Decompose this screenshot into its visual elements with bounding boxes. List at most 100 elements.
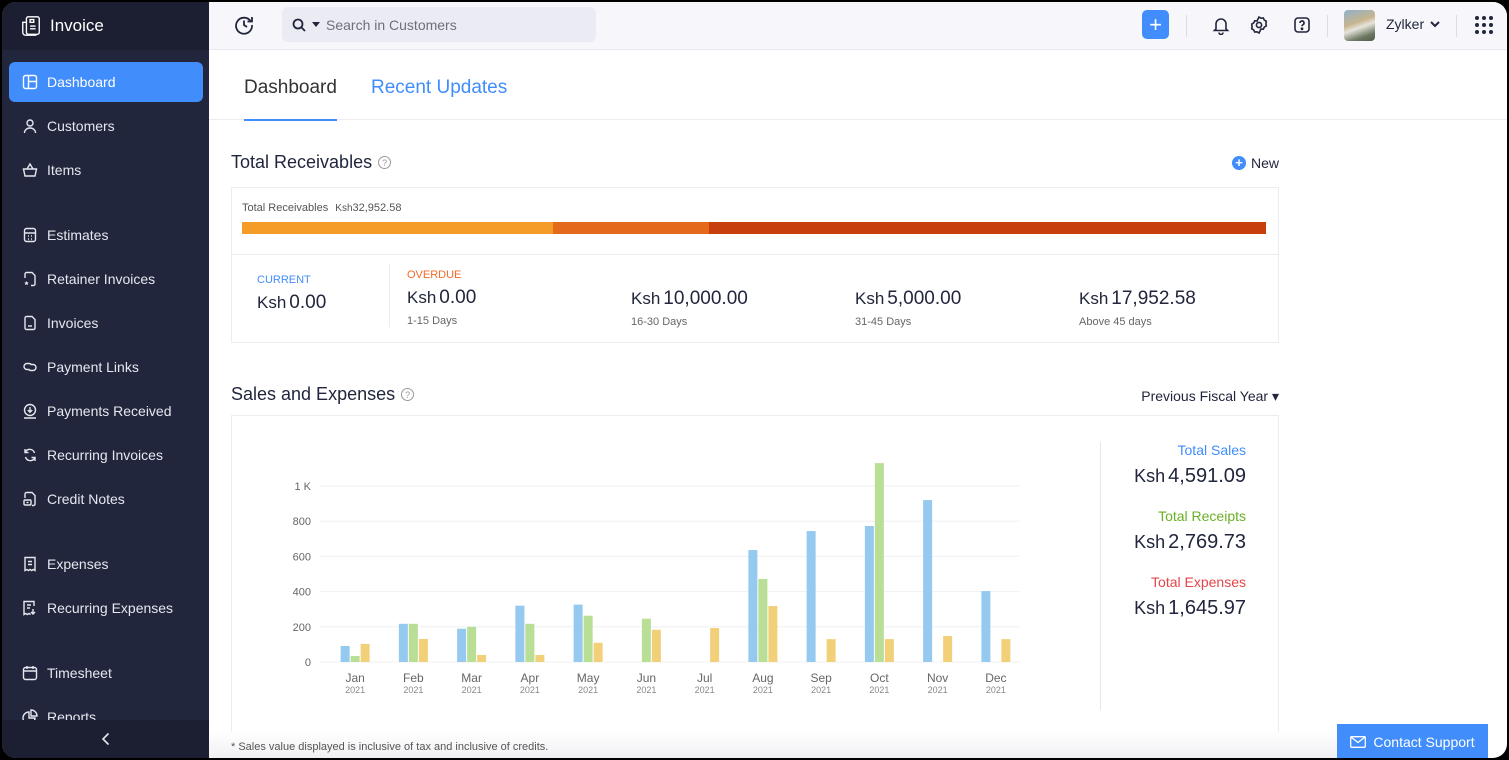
app-brand[interactable]: Invoice [2, 2, 209, 50]
overdue-bucket[interactable]: OVERDUE Ksh 0.00 1-15 Days [407, 269, 476, 327]
bar-sales-jan[interactable] [340, 645, 350, 662]
period-dropdown[interactable]: Previous Fiscal Year ▾ [1141, 388, 1279, 405]
sidebar-item-timesheet[interactable]: Timesheet [9, 653, 203, 693]
org-switcher[interactable]: Zylker [1386, 16, 1440, 32]
avatar[interactable] [1344, 10, 1375, 41]
total-sales[interactable]: Total Sales Ksh 4,591.09 [1101, 442, 1246, 488]
new-receivable-button[interactable]: + New [1231, 155, 1279, 171]
sidebar-item-payments-received[interactable]: Payments Received [9, 391, 203, 431]
sidebar-item-dashboard[interactable]: Dashboard [9, 62, 203, 102]
bar-receipts-oct[interactable] [874, 463, 884, 662]
overdue-bucket[interactable]: Ksh 10,000.00 16-30 Days [631, 288, 748, 328]
contact-support-label: Contact Support [1373, 734, 1475, 750]
chevron-down-icon [1430, 20, 1440, 27]
receivables-bar-segment-current-to-30[interactable] [242, 222, 554, 234]
y-tick-label: 800 [293, 516, 311, 528]
bar-expenses-feb[interactable] [418, 638, 428, 662]
bar-receipts-mar[interactable] [467, 626, 477, 662]
search-icon[interactable] [292, 18, 306, 32]
divider [1327, 15, 1328, 37]
search-bar[interactable] [282, 7, 596, 42]
receivables-bar-segment-31-45[interactable] [553, 222, 709, 234]
bucket-range: Above 45 days [1079, 316, 1152, 328]
overdue-bucket[interactable]: Ksh 17,952.58 Above 45 days [1079, 288, 1196, 328]
x-tick-label: Dec [985, 671, 1006, 685]
search-scope-dropdown-icon[interactable] [312, 21, 320, 28]
collapse-sidebar-button[interactable] [2, 720, 209, 758]
y-tick-label: 200 [293, 622, 311, 634]
bar-receipts-aug[interactable] [758, 578, 768, 662]
overdue-label: OVERDUE [407, 269, 462, 281]
sidebar-item-retainer-invoices[interactable]: Retainer Invoices [9, 259, 203, 299]
gear-icon[interactable] [1249, 15, 1269, 35]
bar-expenses-oct[interactable] [884, 639, 894, 662]
apps-grid-icon[interactable] [1475, 16, 1493, 34]
sidebar-item-invoices[interactable]: Invoices [9, 303, 203, 343]
search-input[interactable] [326, 16, 576, 33]
app-title: Invoice [50, 16, 104, 35]
x-tick-label: Jul [697, 671, 712, 685]
bar-sales-dec[interactable] [981, 591, 991, 662]
receivables-total: Total Receivables Ksh32,952.58 [242, 202, 401, 214]
bucket-amount: Ksh 5,000.00 [855, 288, 962, 309]
bar-receipts-jan[interactable] [350, 656, 360, 662]
bar-expenses-jun[interactable] [651, 629, 661, 662]
history-icon[interactable] [233, 14, 255, 36]
bar-receipts-may[interactable] [583, 615, 593, 662]
sidebar-item-payment-links[interactable]: Payment Links [9, 347, 203, 387]
sidebar-item-customers[interactable]: Customers [9, 106, 203, 146]
invoice-logo-icon [22, 16, 40, 36]
bar-receipts-jun[interactable] [641, 618, 651, 662]
bar-sales-nov[interactable] [923, 500, 933, 662]
current-label: CURRENT [257, 274, 311, 286]
sidebar-item-credit-notes[interactable]: Credit Notes [9, 479, 203, 519]
quick-create-button[interactable]: + [1142, 10, 1169, 39]
bar-receipts-feb[interactable] [408, 623, 418, 662]
receivables-bar-segment-above-45[interactable] [708, 222, 1266, 234]
sidebar-item-items[interactable]: Items [9, 150, 203, 190]
tab-dashboard[interactable]: Dashboard [244, 77, 337, 121]
bar-expenses-nov[interactable] [943, 635, 953, 662]
sidebar-item-label: Recurring Invoices [47, 447, 163, 463]
bar-sales-sep[interactable] [806, 531, 816, 662]
bar-sales-aug[interactable] [748, 550, 758, 662]
bar-sales-may[interactable] [573, 604, 583, 662]
bar-sales-mar[interactable] [457, 628, 467, 662]
bar-sales-feb[interactable] [398, 623, 408, 662]
calculator-icon [23, 227, 37, 243]
total-label: Total Expenses [1151, 574, 1246, 590]
bar-expenses-aug[interactable] [768, 606, 778, 662]
x-tick-sublabel: 2021 [462, 685, 482, 695]
x-tick-sublabel: 2021 [753, 685, 773, 695]
contact-support-button[interactable]: Contact Support [1337, 724, 1488, 758]
current-receivable[interactable]: CURRENT Ksh 0.00 [257, 274, 326, 314]
bar-expenses-may[interactable] [593, 642, 603, 662]
current-amount: Ksh 0.00 [257, 292, 327, 313]
bar-expenses-jan[interactable] [360, 643, 370, 662]
sidebar-item-recurring-expenses[interactable]: Recurring Expenses [9, 588, 203, 628]
bar-sales-apr[interactable] [515, 605, 525, 662]
divider [232, 254, 1278, 255]
overdue-bucket[interactable]: Ksh 5,000.00 31-45 Days [855, 288, 961, 328]
sidebar-item-estimates[interactable]: Estimates [9, 215, 203, 255]
bar-sales-oct[interactable] [864, 525, 874, 662]
bar-receipts-apr[interactable] [525, 623, 535, 662]
total-expenses[interactable]: Total Expenses Ksh 1,645.97 [1101, 574, 1246, 620]
total-value: Ksh 2,769.73 [1134, 531, 1246, 553]
help-icon[interactable] [1292, 15, 1312, 35]
help-icon[interactable]: ? [401, 388, 415, 401]
bar-expenses-dec[interactable] [1001, 639, 1011, 662]
help-icon[interactable]: ? [378, 156, 392, 169]
total-receipts[interactable]: Total Receipts Ksh 2,769.73 [1101, 508, 1246, 554]
bell-icon[interactable] [1211, 15, 1231, 35]
sidebar-item-expenses[interactable]: Expenses [9, 544, 203, 584]
sidebar-item-recurring-invoices[interactable]: Recurring Invoices [9, 435, 203, 475]
bar-expenses-sep[interactable] [826, 639, 836, 662]
tab-recent-updates[interactable]: Recent Updates [371, 77, 507, 117]
retainer-invoice-icon [24, 271, 36, 287]
bar-expenses-mar[interactable] [477, 654, 487, 662]
bar-expenses-apr[interactable] [535, 654, 545, 662]
bar-expenses-jul[interactable] [710, 628, 720, 662]
receipt-icon [24, 556, 36, 572]
x-tick-label: Aug [752, 671, 773, 685]
